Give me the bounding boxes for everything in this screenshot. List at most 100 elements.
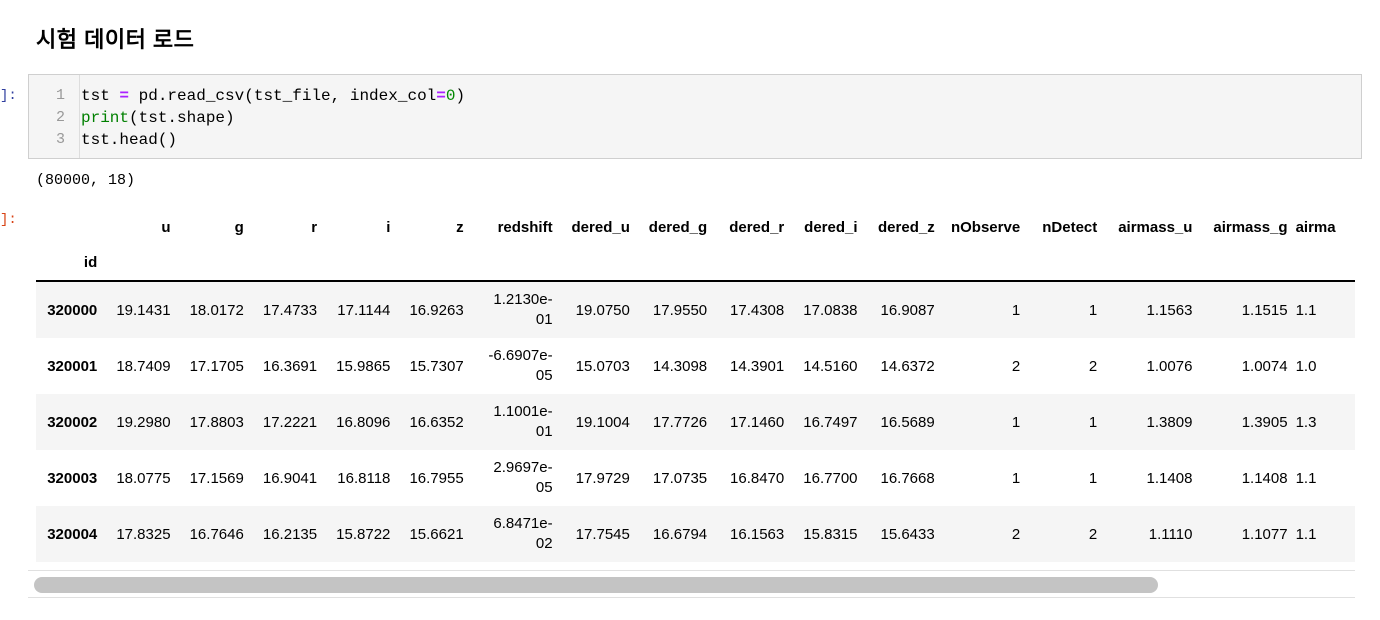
table-row: 320002 19.2980 17.8803 17.2221 16.8096 16.635… <box>36 394 1355 450</box>
table-cell: 14.5160 <box>803 357 858 375</box>
row-index: 320000 <box>47 301 98 319</box>
code-line[interactable]: tst.head() <box>81 129 177 151</box>
column-header: dered_i <box>804 218 858 236</box>
table-cell: 16.5689 <box>880 413 935 431</box>
table-cell: 1.1408 <box>1241 469 1288 487</box>
table-cell: 2 <box>1011 525 1021 543</box>
column-header: g <box>234 218 244 236</box>
table-cell: 14.3098 <box>652 357 708 375</box>
index-name-spacer <box>105 254 179 282</box>
table-cell: 17.1460 <box>730 413 785 431</box>
column-header: dered_u <box>571 218 630 236</box>
table-cell: 16.9263 <box>409 301 464 319</box>
input-prompt: ]: <box>0 88 17 104</box>
index-name-spacer <box>715 254 793 282</box>
code-line[interactable]: tst = pd.read_csv(tst_file, index_col=0) <box>81 85 465 107</box>
table-cell: 1.1515 <box>1241 301 1288 319</box>
table-cell: 16.8118 <box>337 469 391 487</box>
horizontal-scrollbar[interactable] <box>28 570 1355 598</box>
column-header: dered_z <box>878 218 935 236</box>
index-name-spacer <box>637 254 716 282</box>
code-cell[interactable]: 1 2 3 tst = pd.read_csv(tst_file, index_… <box>28 74 1362 159</box>
table-cell: 16.7668 <box>880 469 935 487</box>
table-cell: 17.1569 <box>189 469 244 487</box>
table-cell: 15.6621 <box>409 525 464 543</box>
table-cell: 19.1431 <box>116 301 171 319</box>
table-cell: 18.0775 <box>116 469 171 487</box>
column-header: nObserve <box>950 218 1021 236</box>
table-cell: 16.6794 <box>652 525 708 543</box>
table-cell: 17.4733 <box>262 301 318 319</box>
index-name-spacer <box>471 254 561 282</box>
header-blank <box>36 200 105 254</box>
table-cell: 16.2135 <box>262 525 318 543</box>
index-name-spacer <box>1200 254 1296 282</box>
table-cell: 6.8471e- 02 <box>493 515 553 552</box>
scrollbar-thumb[interactable] <box>34 577 1158 593</box>
column-header: dered_r <box>729 218 785 236</box>
table-cell: 16.3691 <box>262 357 318 375</box>
table-cell: 15.6433 <box>880 525 935 543</box>
table-cell: 15.8315 <box>803 525 858 543</box>
table-cell: 1.1110 <box>1148 525 1193 543</box>
table-cell: 16.1563 <box>730 525 785 543</box>
table-cell: 17.7545 <box>575 525 630 543</box>
table-cell: 1 <box>1088 469 1098 487</box>
table-cell: 1.1 <box>1295 525 1317 543</box>
table-cell: 2 <box>1088 357 1098 375</box>
row-index: 320002 <box>47 413 98 431</box>
table-cell: -6.6907e- 05 <box>488 347 553 384</box>
table-row: 320001 18.7409 17.1705 16.3691 15.9865 15.730… <box>36 338 1355 394</box>
index-name-spacer <box>1105 254 1201 282</box>
column-header: z <box>456 218 464 236</box>
line-number: 2 <box>55 109 65 126</box>
table-cell: 1 <box>1011 469 1021 487</box>
table-cell: 17.9550 <box>652 301 708 319</box>
code-line[interactable]: print(tst.shape) <box>81 107 235 129</box>
table-cell: 15.8722 <box>336 525 391 543</box>
index-name-spacer <box>398 254 472 282</box>
table-cell: 14.6372 <box>880 357 935 375</box>
column-header: airmass_u <box>1118 218 1193 236</box>
table-cell: 17.2221 <box>262 413 318 431</box>
index-name-spacer <box>251 254 326 282</box>
line-number: 3 <box>55 131 65 148</box>
column-header: dered_g <box>648 218 708 236</box>
index-name: id <box>36 254 106 282</box>
table-cell: 14.3901 <box>730 357 785 375</box>
table-cell: 1 <box>1088 413 1098 431</box>
table-cell: 17.0735 <box>652 469 708 487</box>
table-cell: 17.1705 <box>189 357 244 375</box>
index-name-spacer <box>1295 254 1355 282</box>
table-cell: 15.9865 <box>336 357 391 375</box>
index-name-spacer <box>942 254 1029 282</box>
row-index: 320004 <box>47 525 98 543</box>
table-cell: 18.7409 <box>116 357 171 375</box>
column-header: redshift <box>497 218 553 236</box>
table-cell: 17.7726 <box>652 413 708 431</box>
table-cell: 16.7700 <box>803 469 858 487</box>
column-header: nDetect <box>1042 218 1098 236</box>
index-name-spacer <box>1028 254 1106 282</box>
table-cell: 1 <box>1011 301 1021 319</box>
table-cell: 16.6352 <box>409 413 464 431</box>
index-name-spacer <box>792 254 866 282</box>
table-cell: 15.0703 <box>575 357 630 375</box>
table-cell: 1.2130e- 01 <box>493 291 553 328</box>
table-cell: 1.0074 <box>1241 357 1288 375</box>
table-cell: 19.1004 <box>575 413 630 431</box>
column-header: u <box>161 218 171 236</box>
table-cell: 16.8470 <box>730 469 785 487</box>
table-cell: 1.1077 <box>1241 525 1288 543</box>
row-index: 320001 <box>47 357 98 375</box>
table-cell: 1.0 <box>1295 357 1317 375</box>
table-cell: 17.9729 <box>575 469 630 487</box>
dataframe-table: u g r i z redshift dered_u dered_g dered_r dered_… <box>36 200 1355 562</box>
table-cell: 1 <box>1088 301 1098 319</box>
index-name-spacer <box>325 254 399 282</box>
index-name-row: id <box>36 254 1355 282</box>
table-cell: 2.9697e- 05 <box>493 459 553 496</box>
table-cell: 1.1563 <box>1146 301 1193 319</box>
table-cell: 16.8096 <box>336 413 391 431</box>
table-cell: 2 <box>1011 357 1021 375</box>
